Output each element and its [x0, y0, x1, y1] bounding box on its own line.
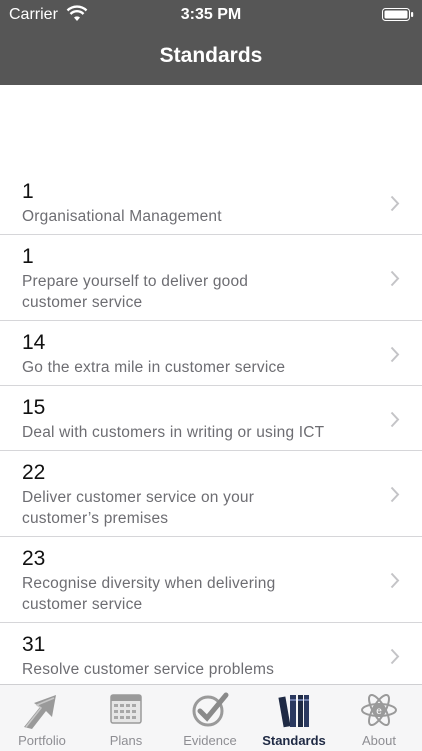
- navigation-header: Carrier 3:35 PM Standards: [0, 0, 422, 85]
- tab-evidence[interactable]: Evidence: [168, 685, 252, 751]
- chevron-right-icon: [390, 270, 400, 287]
- tab-bar: Portfolio Plans Evidence Standards e Abo…: [0, 684, 422, 751]
- chevron-right-icon: [390, 411, 400, 427]
- standard-title: Prepare yourself to deliver good custome…: [22, 273, 249, 311]
- arrow-icon: [24, 695, 56, 729]
- standard-number: 1: [22, 245, 34, 268]
- page-title: Standards: [159, 44, 263, 67]
- chevron-right-icon: [390, 572, 400, 589]
- standard-row[interactable]: 15 Deal with customers in writing or usin…: [0, 386, 422, 451]
- standard-title: Resolve customer service problems: [22, 661, 275, 678]
- tab-label: About: [362, 733, 396, 748]
- standard-number: 14: [22, 331, 46, 354]
- atom-icon: e: [361, 693, 397, 727]
- standard-number: 22: [22, 461, 46, 484]
- books-icon: [278, 695, 309, 728]
- standard-row[interactable]: 22 Deliver customer service on your custo…: [0, 451, 422, 537]
- battery-icon: [382, 8, 414, 21]
- status-bar: Carrier 3:35 PM: [0, 0, 422, 30]
- standard-number: 23: [22, 547, 46, 570]
- tab-standards[interactable]: Standards: [252, 685, 336, 751]
- tab-label: Standards: [262, 733, 326, 748]
- standards-list: 1 Organisational Management 1 Prepare yours…: [0, 170, 422, 684]
- chevron-right-icon: [390, 346, 400, 362]
- standard-title: Deal with customers in writing or using …: [22, 424, 325, 441]
- tab-label: Plans: [109, 733, 143, 748]
- standard-row[interactable]: 1 Prepare yourself to deliver good custom…: [0, 235, 422, 321]
- standard-row[interactable]: 14 Go the extra mile in customer service: [0, 321, 422, 386]
- standard-title: Recognise diversity when delivering cust…: [22, 575, 276, 613]
- tab-plans[interactable]: Plans: [84, 685, 168, 751]
- tab-label: Portfolio: [18, 733, 66, 748]
- standard-row[interactable]: 1 Organisational Management: [0, 170, 422, 235]
- clock: 3:35 PM: [180, 6, 242, 23]
- standard-title: Deliver customer service on your custome…: [22, 489, 255, 527]
- chevron-right-icon: [390, 486, 400, 503]
- calendar-icon: [110, 694, 142, 724]
- standard-number: 31: [22, 633, 46, 656]
- checkmark-icon: [192, 692, 229, 727]
- standard-title: Go the extra mile in customer service: [22, 359, 286, 376]
- standard-row[interactable]: 31 Resolve customer service problems: [0, 623, 422, 684]
- standard-number: 15: [22, 396, 46, 419]
- standard-number: 1: [22, 180, 34, 203]
- chevron-right-icon: [390, 195, 400, 211]
- standard-title: Organisational Management: [22, 208, 222, 225]
- svg-text:e: e: [376, 706, 382, 717]
- tab-about[interactable]: e About: [336, 685, 422, 751]
- chevron-right-icon: [390, 648, 400, 664]
- standard-row[interactable]: 23 Recognise diversity when delivering cu…: [0, 537, 422, 623]
- tab-label: Evidence: [183, 733, 237, 748]
- tab-portfolio[interactable]: Portfolio: [0, 685, 84, 751]
